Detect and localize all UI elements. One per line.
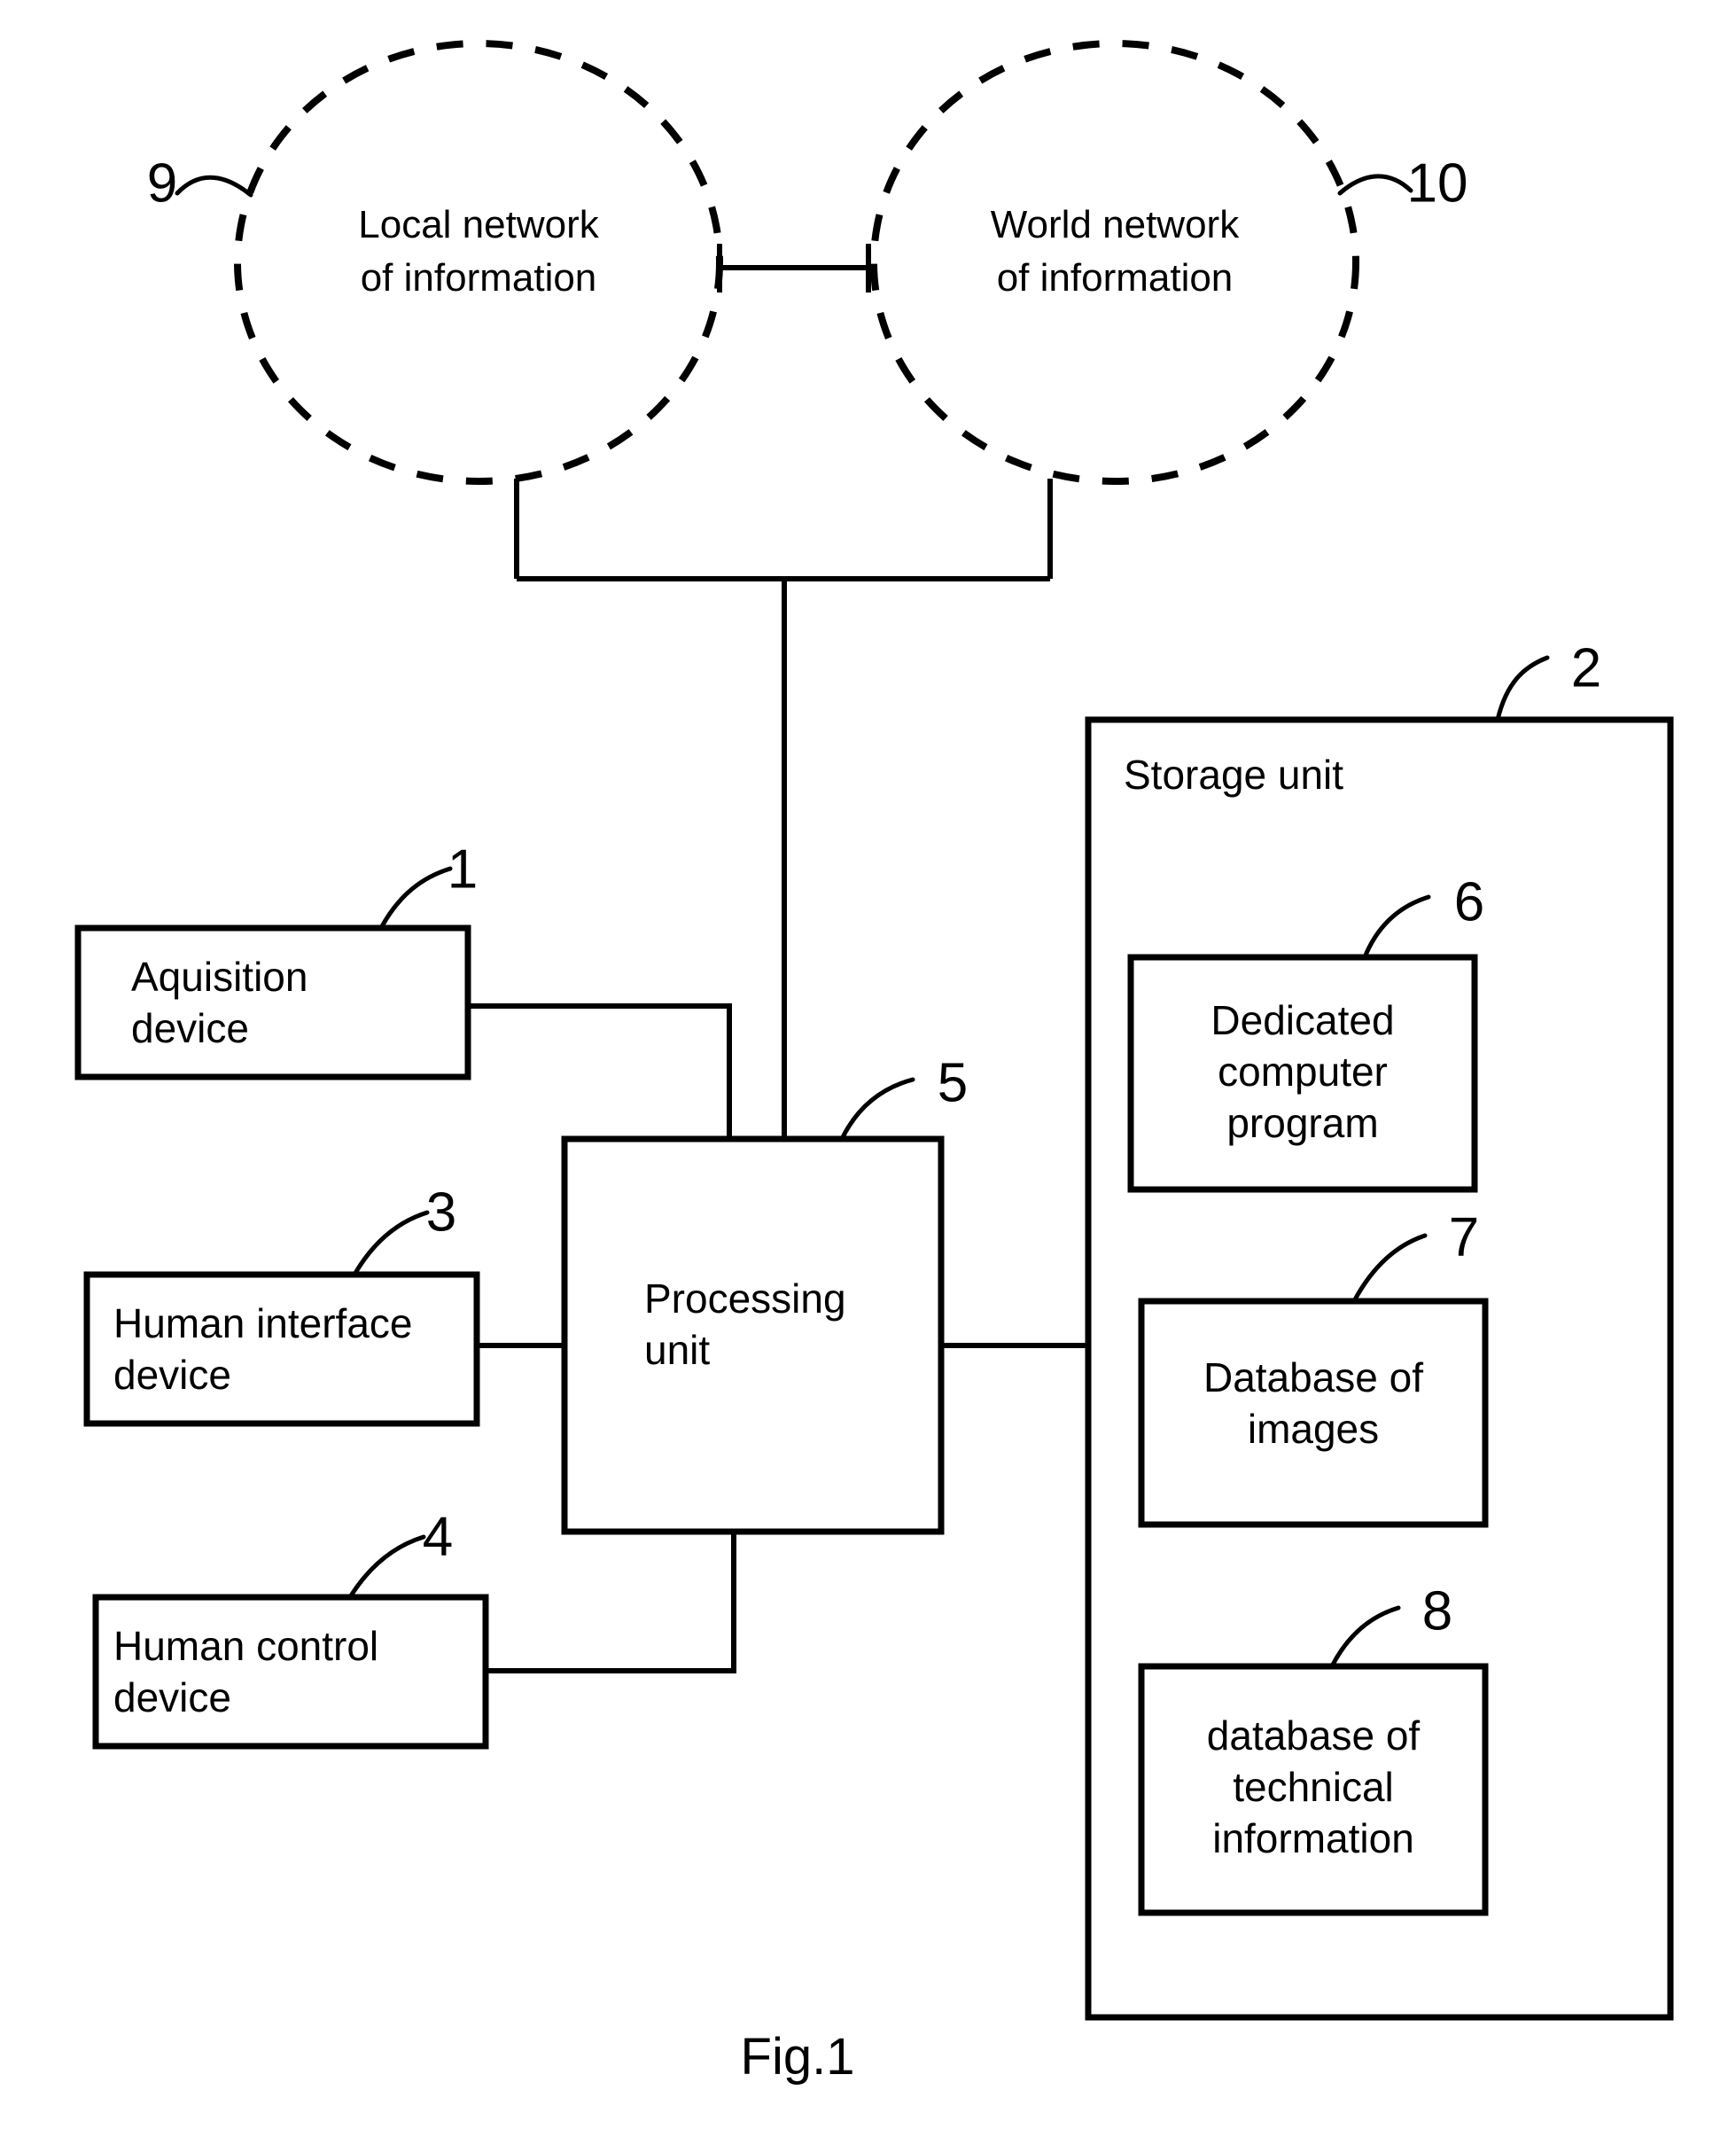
human-interface-device-line1: Human interface bbox=[113, 1300, 413, 1346]
processing-unit-line2: unit bbox=[644, 1327, 710, 1373]
local-network-label-line1: Local network bbox=[358, 203, 599, 246]
storage-unit-label: Storage unit bbox=[1124, 752, 1343, 798]
block-diagram: Local network of information World netwo… bbox=[74, 40, 1674, 2086]
reference-number-9: 9 bbox=[147, 152, 177, 214]
reference-number-6: 6 bbox=[1454, 871, 1484, 932]
human-interface-device-box bbox=[83, 1271, 480, 1427]
acquisition-device-line1: Aquisition bbox=[131, 954, 307, 1000]
acquisition-device-box bbox=[74, 924, 471, 1080]
reference-number-5: 5 bbox=[938, 1052, 968, 1113]
database-of-technical-information-line1: database of bbox=[1207, 1712, 1421, 1759]
world-network-label-line1: World network bbox=[991, 203, 1240, 246]
patent-figure-page: Local network of information World netwo… bbox=[0, 0, 1736, 2137]
reference-number-10: 10 bbox=[1407, 152, 1468, 214]
human-control-device-box bbox=[92, 1594, 489, 1750]
dedicated-computer-program-line3: program bbox=[1226, 1100, 1378, 1146]
processing-unit-box bbox=[561, 1135, 945, 1535]
database-of-images-line2: images bbox=[1248, 1406, 1379, 1452]
leader-line-9 bbox=[175, 175, 253, 198]
human-control-device-line1: Human control bbox=[113, 1623, 378, 1669]
leader-line-2 bbox=[1495, 655, 1550, 722]
dedicated-computer-program-line2: computer bbox=[1218, 1049, 1388, 1095]
figure-caption: Fig.1 bbox=[741, 2028, 855, 2086]
leader-line-10 bbox=[1337, 174, 1413, 196]
database-of-technical-information-line3: information bbox=[1212, 1815, 1414, 1861]
leader-line-5 bbox=[839, 1077, 915, 1142]
reference-number-3: 3 bbox=[426, 1182, 456, 1243]
world-network-label-line2: of information bbox=[997, 256, 1234, 300]
reference-number-4: 4 bbox=[423, 1506, 453, 1567]
leader-line-3 bbox=[352, 1210, 430, 1277]
acquisition-device-line2: device bbox=[131, 1005, 249, 1051]
reference-number-8: 8 bbox=[1422, 1580, 1452, 1642]
database-of-technical-information-line2: technical bbox=[1233, 1764, 1394, 1810]
reference-number-7: 7 bbox=[1449, 1206, 1479, 1267]
leader-line-1 bbox=[378, 866, 453, 931]
leader-line-4 bbox=[347, 1534, 426, 1600]
human-interface-device-line2: device bbox=[113, 1352, 231, 1398]
database-of-images-line1: Database of bbox=[1203, 1354, 1423, 1400]
processing-unit-line1: Processing bbox=[644, 1275, 846, 1322]
human-control-device-line2: device bbox=[113, 1674, 231, 1720]
reference-number-1: 1 bbox=[448, 838, 478, 900]
processing-to-human-control-link bbox=[486, 1532, 736, 1673]
reference-number-2: 2 bbox=[1571, 637, 1601, 698]
acquisition-to-processing-link bbox=[468, 1003, 732, 1139]
local-network-label-line2: of information bbox=[361, 256, 597, 300]
dedicated-computer-program-line1: Dedicated bbox=[1211, 997, 1394, 1043]
